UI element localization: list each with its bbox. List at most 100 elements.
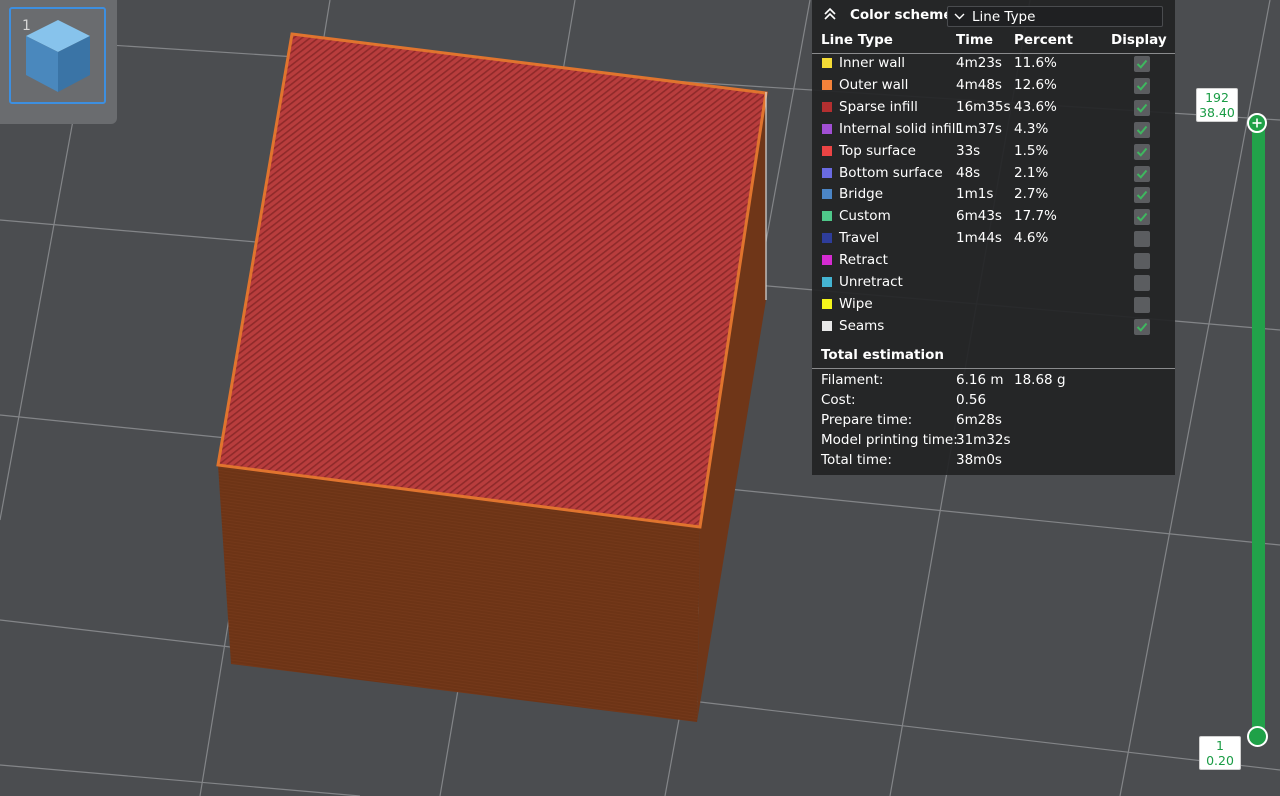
checkmark-icon (1136, 191, 1148, 201)
line-type-time: 1m44s (956, 230, 1002, 247)
color-scheme-select[interactable]: Line Type (947, 6, 1163, 27)
checkmark-icon (1136, 59, 1148, 69)
collapse-chevrons-icon[interactable] (822, 6, 838, 22)
estimation-row: Model printing time: 31m32s (812, 430, 1175, 450)
estimation-label: Model printing time: (821, 432, 958, 448)
bottom-layer-number: 1 (1216, 738, 1224, 753)
line-type-percent: 11.6% (1014, 55, 1057, 71)
display-checkbox[interactable] (1134, 231, 1150, 248)
estimation-label: Cost: (821, 392, 856, 408)
display-checkbox[interactable] (1134, 121, 1150, 138)
estimation-label: Filament: (821, 372, 884, 388)
legend-table-header: Line Type Time Percent Display (812, 31, 1175, 54)
display-checkbox[interactable] (1134, 275, 1150, 291)
estimation-row: Filament: 6.16 m 18.68 g (812, 370, 1175, 390)
line-type-name: Sparse infill (839, 98, 918, 115)
line-type-percent: 2.7% (1014, 186, 1049, 203)
estimation-value-secondary: 18.68 g (1014, 372, 1066, 388)
plus-icon (1252, 118, 1262, 128)
chevron-down-icon (954, 13, 965, 20)
line-type-name: Travel (839, 230, 880, 247)
color-swatch (822, 58, 832, 68)
display-checkbox[interactable] (1134, 253, 1150, 270)
color-swatch (822, 298, 832, 309)
line-type-percent: 1.5% (1014, 142, 1049, 159)
checkmark-icon (1136, 169, 1148, 179)
checkmark-icon (1136, 147, 1148, 157)
top-layer-handle[interactable] (1247, 113, 1267, 133)
color-swatch (822, 167, 832, 178)
checkmark-icon (1136, 125, 1148, 135)
line-type-time: 16m35s (956, 98, 1011, 115)
display-checkbox[interactable] (1134, 56, 1150, 72)
column-header-line-type: Line Type (821, 32, 893, 48)
line-type-percent: 4.6% (1014, 230, 1049, 247)
layer-slider-track[interactable] (1252, 124, 1265, 736)
column-header-percent: Percent (1014, 32, 1073, 48)
estimation-row: Prepare time: 6m28s (812, 410, 1175, 430)
color-swatch (822, 145, 832, 156)
color-scheme-value: Line Type (972, 9, 1036, 25)
line-type-time: 33s (956, 142, 981, 159)
color-scheme-label: Color scheme (850, 7, 953, 23)
display-checkbox[interactable] (1134, 165, 1150, 182)
bottom-layer-height: 0.20 (1206, 753, 1234, 768)
color-swatch (822, 79, 832, 90)
divider (812, 368, 1175, 369)
estimation-value: 0.56 (956, 392, 987, 408)
display-checkbox[interactable] (1134, 77, 1150, 94)
line-type-time: 4m48s (956, 76, 1002, 93)
display-checkbox[interactable] (1134, 143, 1150, 160)
line-type-name: Wipe (839, 295, 873, 312)
estimation-value: 6m28s (956, 412, 1002, 428)
estimation-value: 6.16 m (956, 372, 1004, 388)
estimation-value: 31m32s (956, 432, 1011, 448)
line-type-name: Unretract (839, 274, 903, 290)
line-type-name: Internal solid infill (839, 120, 960, 137)
line-type-percent: 12.6% (1014, 76, 1057, 93)
estimation-row: Cost: 0.56 (812, 390, 1175, 410)
line-type-percent: 17.7% (1014, 208, 1057, 225)
line-type-time: 1m37s (956, 120, 1002, 137)
line-type-name: Top surface (839, 142, 916, 159)
line-type-name: Outer wall (839, 76, 909, 93)
bottom-layer-label: 1 0.20 (1199, 736, 1241, 770)
display-checkbox[interactable] (1134, 187, 1150, 204)
line-type-name: Seams (839, 317, 885, 334)
bottom-layer-handle[interactable] (1247, 726, 1268, 747)
line-type-name: Retract (839, 252, 888, 269)
color-swatch (822, 277, 832, 287)
color-swatch (822, 211, 832, 222)
checkmark-icon (1136, 81, 1148, 91)
legend-row: Seams (812, 316, 1175, 338)
color-swatch (822, 189, 832, 200)
top-layer-number: 192 (1205, 90, 1229, 105)
estimation-label: Total time: (821, 452, 892, 468)
display-checkbox[interactable] (1134, 209, 1150, 226)
gcode-legend-panel: Color scheme Line Type Line Type Time Pe… (812, 0, 1175, 475)
display-checkbox[interactable] (1134, 99, 1150, 116)
line-type-time: 1m1s (956, 186, 994, 203)
display-checkbox[interactable] (1134, 318, 1150, 335)
display-checkbox[interactable] (1134, 296, 1150, 313)
estimation-label: Prepare time: (821, 412, 913, 428)
line-type-percent: 4.3% (1014, 120, 1049, 137)
color-scheme-row: Color scheme Line Type (812, 0, 1175, 30)
object-thumbnail-panel: 1 (0, 0, 117, 124)
checkmark-icon (1136, 322, 1148, 332)
color-swatch (822, 255, 832, 266)
legend-row: Bottom surface 48s 2.1% (812, 163, 1175, 185)
color-swatch (822, 123, 832, 134)
line-type-name: Custom (839, 208, 891, 225)
line-type-percent: 2.1% (1014, 164, 1049, 181)
line-type-time: 6m43s (956, 208, 1002, 225)
line-type-time: 4m23s (956, 55, 1002, 71)
checkmark-icon (1136, 213, 1148, 223)
legend-row: Bridge 1m1s 2.7% (812, 184, 1175, 206)
legend-row: Outer wall 4m48s 12.6% (812, 75, 1175, 97)
estimation-row: Total time: 38m0s (812, 450, 1175, 470)
legend-row: Wipe (812, 294, 1175, 316)
color-swatch (822, 233, 832, 244)
estimation-value: 38m0s (956, 452, 1002, 468)
legend-row: Internal solid infill 1m37s 4.3% (812, 119, 1175, 141)
